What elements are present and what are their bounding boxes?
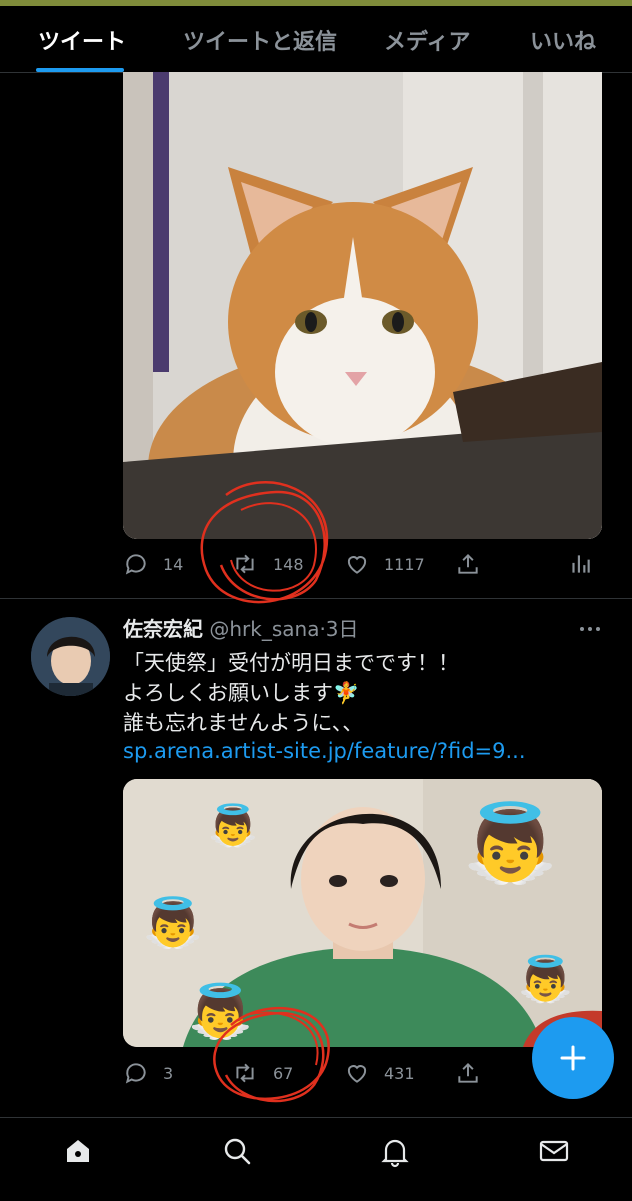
like-count: 1117 bbox=[384, 554, 425, 574]
tweet2-actions: 3 67 431 bbox=[123, 1060, 603, 1090]
avatar[interactable] bbox=[31, 617, 110, 696]
tweet-text-line: よろしくお願いします🧚 bbox=[123, 681, 360, 705]
profile-tabs: ツイート ツイートと返信 メディア いいね bbox=[0, 6, 632, 73]
display-name[interactable]: 佐奈宏紀 bbox=[123, 617, 203, 641]
plus-icon bbox=[560, 1045, 586, 1071]
svg-text:👼: 👼 bbox=[518, 954, 573, 1005]
bottom-navigation bbox=[0, 1117, 632, 1201]
analytics-button[interactable] bbox=[567, 551, 593, 577]
messages-icon[interactable] bbox=[538, 1136, 570, 1170]
tweet-text-line: 「天使祭」受付が明日までです！！ bbox=[123, 651, 459, 675]
user-handle[interactable]: @hrk_sana bbox=[209, 617, 319, 641]
compose-tweet-button[interactable] bbox=[532, 1017, 614, 1099]
reply-icon bbox=[125, 554, 146, 575]
share-button[interactable] bbox=[455, 1060, 481, 1086]
heart-icon bbox=[347, 1065, 367, 1083]
share-icon bbox=[458, 553, 478, 574]
tweet-header: 佐奈宏紀 @hrk_sana·3日 bbox=[123, 613, 359, 642]
svg-text:👼: 👼 bbox=[143, 895, 203, 951]
reply-button[interactable]: 3 bbox=[123, 1060, 173, 1086]
like-button[interactable]: 431 bbox=[344, 1060, 415, 1086]
retweet-icon bbox=[236, 554, 254, 574]
tweet-text-line: 誰も忘れませんように、、 bbox=[123, 711, 364, 735]
tweet-image-cat[interactable] bbox=[123, 72, 602, 539]
retweet-count: 148 bbox=[273, 554, 304, 574]
search-icon[interactable] bbox=[222, 1136, 252, 1170]
heart-icon bbox=[347, 556, 367, 574]
svg-text:👼: 👼 bbox=[463, 798, 558, 887]
retweet-button[interactable]: 67 bbox=[231, 1060, 293, 1086]
reply-button[interactable]: 14 bbox=[123, 551, 183, 577]
tab-tweets-and-replies[interactable]: ツイートと返信 bbox=[183, 24, 337, 56]
svg-text:👼: 👼 bbox=[188, 981, 253, 1042]
reply-count: 3 bbox=[163, 1063, 174, 1083]
tweet-divider bbox=[0, 598, 632, 599]
tab-tweets[interactable]: ツイート bbox=[38, 24, 126, 56]
like-count: 431 bbox=[384, 1063, 415, 1083]
more-options-icon[interactable] bbox=[578, 620, 602, 639]
tweet1-actions: 14 148 1117 bbox=[123, 551, 603, 581]
notifications-icon[interactable] bbox=[380, 1136, 410, 1172]
retweet-count: 67 bbox=[273, 1063, 294, 1083]
analytics-icon bbox=[572, 555, 590, 573]
retweet-icon bbox=[236, 1063, 254, 1083]
tweet-image-selfie[interactable]: 👼 👼 👼 👼 👼 bbox=[123, 779, 602, 1047]
retweet-button[interactable]: 148 bbox=[231, 551, 304, 577]
active-tab-indicator bbox=[36, 68, 124, 72]
share-icon bbox=[458, 1062, 478, 1083]
svg-text:👼: 👼 bbox=[208, 802, 258, 849]
home-icon[interactable] bbox=[63, 1136, 93, 1170]
reply-count: 14 bbox=[163, 554, 184, 574]
tweet-link[interactable]: sp.arena.artist-site.jp/feature/?fid=9..… bbox=[123, 739, 526, 763]
reply-icon bbox=[125, 1063, 146, 1084]
share-button[interactable] bbox=[455, 551, 481, 577]
like-button[interactable]: 1117 bbox=[344, 551, 425, 577]
tweet-time: ·3日 bbox=[319, 617, 359, 641]
tab-media[interactable]: メディア bbox=[384, 24, 470, 56]
tab-likes[interactable]: いいね bbox=[530, 24, 596, 56]
